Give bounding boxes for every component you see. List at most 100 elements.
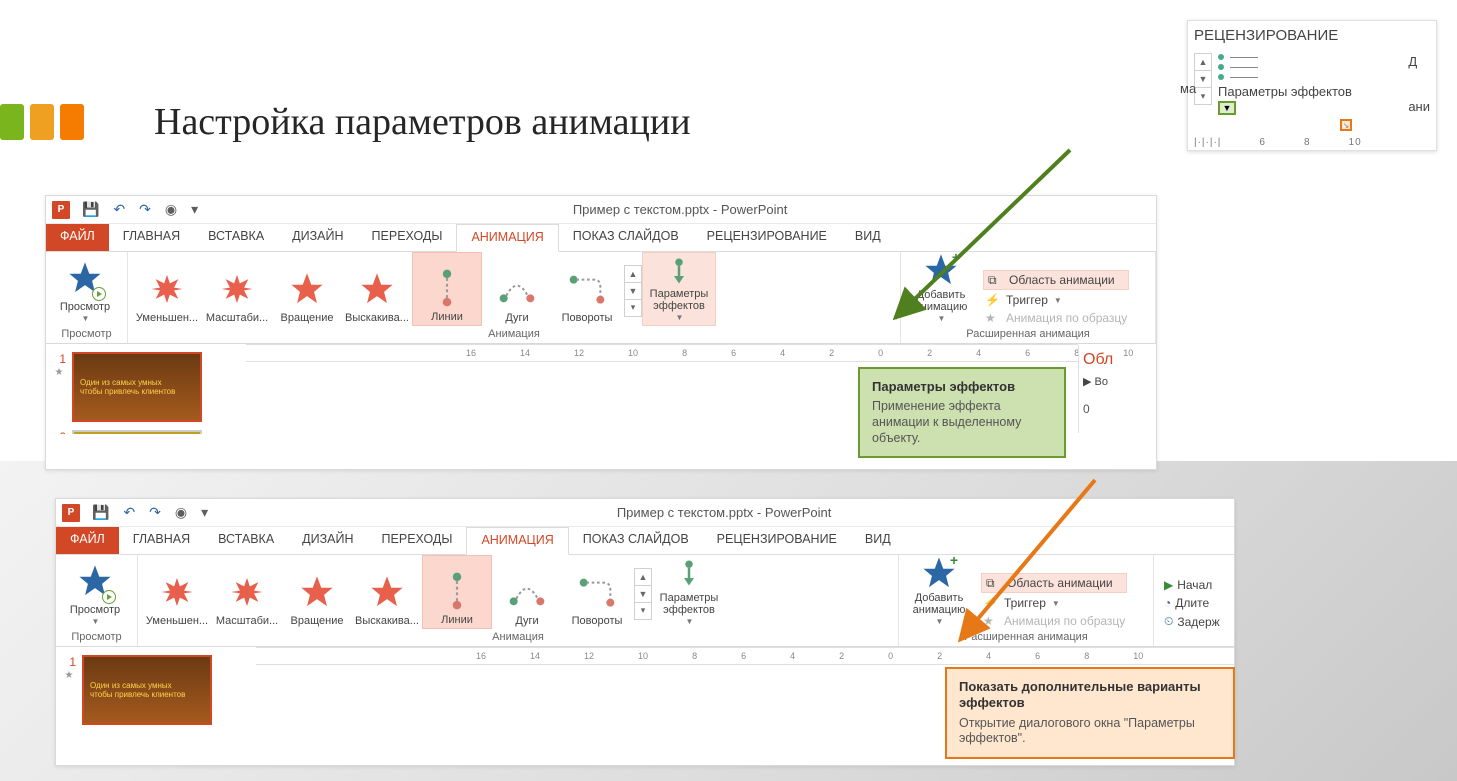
effect-arcs[interactable]: Дуги bbox=[482, 252, 552, 326]
tab-review[interactable]: РЕЦЕНЗИРОВАНИЕ bbox=[693, 224, 841, 251]
tooltip-show-more-effects: Показать дополнительные варианты эффекто… bbox=[945, 667, 1235, 759]
group-label-preview: Просмотр bbox=[50, 326, 123, 342]
gallery-up-icon[interactable]: ▲ bbox=[1194, 53, 1212, 71]
effect-options-button[interactable]: Параметры эффектов▼ bbox=[642, 252, 716, 326]
slideshow-start-icon[interactable]: ◉ bbox=[163, 201, 179, 218]
tab-home[interactable]: ГЛАВНАЯ bbox=[109, 224, 194, 251]
gallery-scroll-up[interactable]: ▲ bbox=[634, 568, 652, 586]
tab-review[interactable]: РЕЦЕНЗИРОВАНИЕ bbox=[703, 527, 851, 554]
tab-home[interactable]: ГЛАВНАЯ bbox=[119, 527, 204, 554]
save-icon[interactable]: 💾 bbox=[80, 201, 101, 218]
group-label-animation: Анимация bbox=[132, 326, 896, 342]
effect-bounce[interactable]: Выскакива... bbox=[342, 252, 412, 326]
redo-icon[interactable]: ↷ bbox=[137, 201, 153, 218]
effect-scale[interactable]: Масштаби... bbox=[202, 252, 272, 326]
tab-file[interactable]: ФАЙЛ bbox=[56, 527, 119, 554]
animation-indicator-icon: ★ bbox=[55, 367, 64, 378]
tab-slideshow[interactable]: ПОКАЗ СЛАЙДОВ bbox=[569, 527, 703, 554]
add-animation-star-icon: + bbox=[922, 555, 956, 590]
effect-bounce[interactable]: Выскакива... bbox=[352, 555, 422, 629]
add-animation-button[interactable]: + Добавить анимацию▼ bbox=[903, 555, 975, 629]
qat-customize-icon[interactable]: ▾ bbox=[199, 504, 210, 521]
gallery-scroll-up[interactable]: ▲ bbox=[624, 265, 642, 283]
play-badge-icon bbox=[102, 590, 116, 604]
gallery-more[interactable]: ▾ bbox=[634, 602, 652, 620]
tab-animation[interactable]: АНИМАЦИЯ bbox=[466, 527, 568, 555]
slideshow-start-icon[interactable]: ◉ bbox=[173, 504, 189, 521]
slide-number: 2 bbox=[52, 430, 66, 434]
gallery-more-icon[interactable]: ▾ bbox=[1194, 87, 1212, 105]
group-label-timing bbox=[1158, 629, 1230, 645]
window-title: Пример с текстом.pptx - PowerPoint bbox=[220, 505, 1228, 520]
powerpoint-app-icon: P bbox=[62, 504, 80, 522]
effect-arcs[interactable]: Дуги bbox=[492, 555, 562, 629]
window-title: Пример с текстом.pptx - PowerPoint bbox=[210, 202, 1150, 217]
effect-scale[interactable]: Масштаби... bbox=[212, 555, 282, 629]
undo-icon[interactable]: ↶ bbox=[121, 504, 137, 521]
trigger-button[interactable]: ⚡Триггер▼ bbox=[983, 292, 1129, 308]
animation-pane-button[interactable]: ⧉Область анимации bbox=[983, 270, 1129, 290]
gallery-scroll-down[interactable]: ▼ bbox=[634, 585, 652, 603]
effect-lines[interactable]: Линии bbox=[422, 555, 492, 629]
truncated-label: ма bbox=[1180, 81, 1196, 96]
slide-thumbnail[interactable]: Один из самых умныхчтобы привлечь клиент… bbox=[72, 352, 202, 422]
animation-pane-button[interactable]: ⧉Область анимации bbox=[981, 573, 1127, 593]
ribbon-tabs: ФАЙЛ ГЛАВНАЯ ВСТАВКА ДИЗАЙН ПЕРЕХОДЫ АНИ… bbox=[46, 224, 1156, 252]
decoration-block bbox=[0, 104, 24, 140]
effect-turns[interactable]: Повороты bbox=[562, 555, 632, 629]
tab-view[interactable]: ВИД bbox=[841, 224, 895, 251]
qat-customize-icon[interactable]: ▾ bbox=[189, 201, 200, 218]
tab-animation[interactable]: АНИМАЦИЯ bbox=[456, 224, 558, 252]
tooltip-effect-options: Параметры эффектов Применение эффекта ан… bbox=[858, 367, 1066, 458]
tab-transitions[interactable]: ПЕРЕХОДЫ bbox=[358, 224, 457, 251]
tab-design[interactable]: ДИЗАЙН bbox=[288, 527, 367, 554]
effect-lines[interactable]: Линии bbox=[412, 252, 482, 326]
timing-delay[interactable]: ⏲Задерж bbox=[1164, 614, 1220, 629]
effect-options-button[interactable]: Параметры эффектов▼ bbox=[652, 555, 726, 629]
ribbon-tabs: ФАЙЛ ГЛАВНАЯ ВСТАВКА ДИЗАЙН ПЕРЕХОДЫ АНИ… bbox=[56, 527, 1234, 555]
undo-icon[interactable]: ↶ bbox=[111, 201, 127, 218]
save-icon[interactable]: 💾 bbox=[90, 504, 111, 521]
dialog-launcher-highlight: ↘ bbox=[1340, 119, 1352, 131]
add-animation-button[interactable]: + Добавить анимацию▼ bbox=[905, 252, 977, 326]
animation-painter-button[interactable]: ★Анимация по образцу bbox=[983, 310, 1129, 326]
tab-view[interactable]: ВИД bbox=[851, 527, 905, 554]
page-title: Настройка параметров анимации bbox=[154, 100, 691, 144]
decoration-block bbox=[30, 104, 54, 140]
tab-file[interactable]: ФАЙЛ bbox=[46, 224, 109, 251]
quick-access-toolbar: P 💾 ↶ ↷ ◉ ▾ Пример с текстом.pptx - Powe… bbox=[56, 499, 1234, 527]
callout-ruler: |·|·|·| 6 8 10 bbox=[1194, 137, 1430, 148]
tab-slideshow[interactable]: ПОКАЗ СЛАЙДОВ bbox=[559, 224, 693, 251]
tooltip-title: Показать дополнительные варианты эффекто… bbox=[959, 679, 1221, 712]
ribbon: Просмотр▼ Просмотр Уменьшен... Масштаби.… bbox=[46, 252, 1156, 344]
effect-rotate[interactable]: Вращение bbox=[282, 555, 352, 629]
tab-design[interactable]: ДИЗАЙН bbox=[278, 224, 357, 251]
gallery-scroll-down[interactable]: ▼ bbox=[624, 282, 642, 300]
preview-button[interactable]: Просмотр▼ bbox=[60, 555, 130, 629]
truncated-label: ани bbox=[1408, 99, 1430, 114]
redo-icon[interactable]: ↷ bbox=[147, 504, 163, 521]
truncated-label: Д bbox=[1408, 54, 1417, 69]
effect-options-arrow-icon bbox=[664, 255, 694, 286]
page-header: Настройка параметров анимации bbox=[0, 100, 691, 144]
slide-thumbnail[interactable] bbox=[72, 430, 202, 434]
tab-insert[interactable]: ВСТАВКА bbox=[194, 224, 278, 251]
preview-button[interactable]: Просмотр▼ bbox=[50, 252, 120, 326]
effect-rotate[interactable]: Вращение bbox=[272, 252, 342, 326]
animation-painter-button[interactable]: ★Анимация по образцу bbox=[981, 613, 1127, 629]
timing-duration[interactable]: ◔Длите bbox=[1164, 596, 1220, 610]
tab-transitions[interactable]: ПЕРЕХОДЫ bbox=[368, 527, 467, 554]
effect-shrink[interactable]: Уменьшен... bbox=[142, 555, 212, 629]
animation-pane-stub: Обл ▶ Во 0 bbox=[1078, 345, 1156, 433]
effect-turns[interactable]: Повороты bbox=[552, 252, 622, 326]
gallery-down-icon[interactable]: ▼ bbox=[1194, 70, 1212, 88]
group-label-preview: Просмотр bbox=[60, 629, 133, 645]
trigger-button[interactable]: ⚡Триггер▼ bbox=[981, 595, 1127, 611]
dropdown-highlight: ▼ bbox=[1218, 101, 1236, 115]
tab-insert[interactable]: ВСТАВКА bbox=[204, 527, 288, 554]
gallery-more[interactable]: ▾ bbox=[624, 299, 642, 317]
slide-thumbnail[interactable]: Один из самых умныхчтобы привлечь клиент… bbox=[82, 655, 212, 725]
timing-start[interactable]: ▶Начал bbox=[1164, 578, 1220, 592]
effect-shrink[interactable]: Уменьшен... bbox=[132, 252, 202, 326]
callout-title: РЕЦЕНЗИРОВАНИЕ bbox=[1194, 27, 1430, 44]
